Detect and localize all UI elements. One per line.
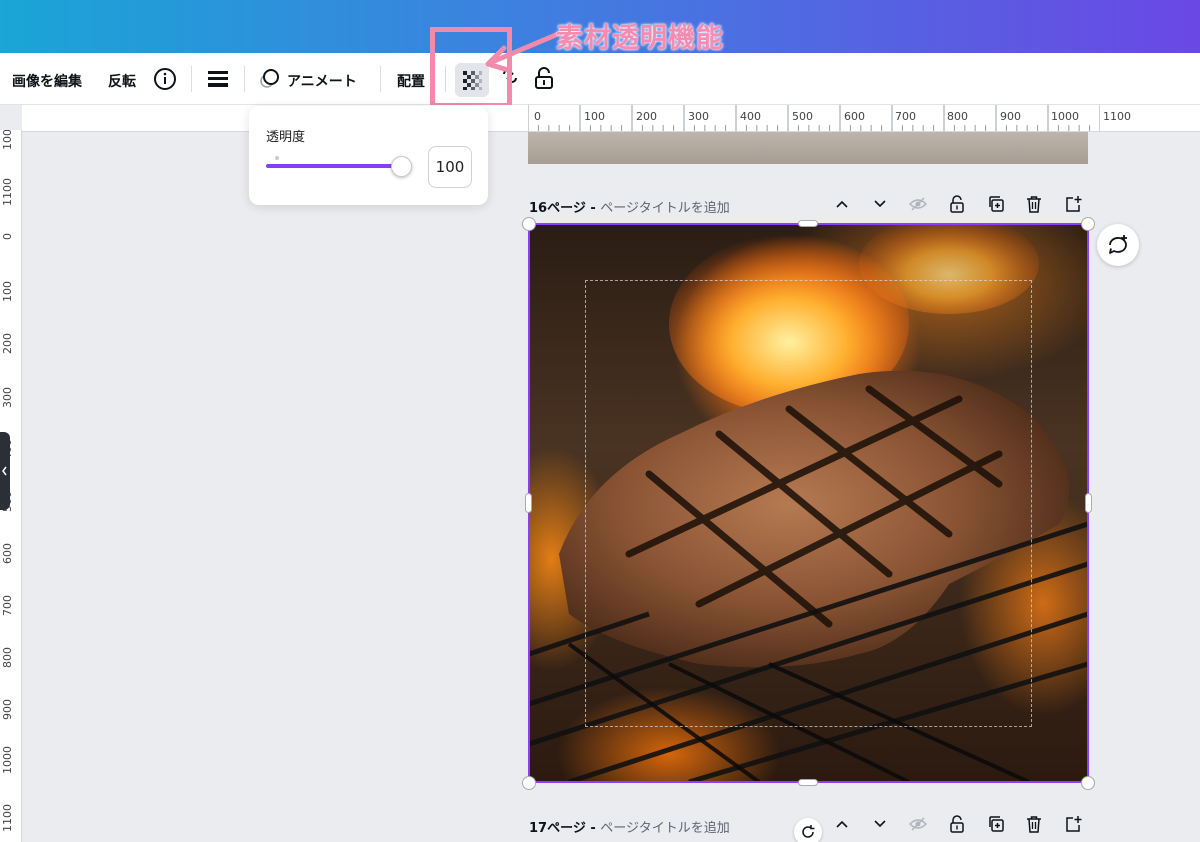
ruler-label: 100: [1, 130, 14, 150]
ruler-label: 700: [895, 110, 916, 123]
rotate-icon: [802, 825, 815, 838]
duplicate-page-icon[interactable]: [985, 813, 1007, 835]
page-title-placeholder[interactable]: ページタイトルを追加: [600, 821, 729, 836]
editor-toolbar: 画像を編集 反転 アニメート 配置: [0, 53, 1200, 105]
ruler-label: 1000: [1, 746, 14, 774]
ruler-label: 400: [740, 110, 761, 123]
transparency-popover: 透明度 100: [249, 106, 488, 205]
resize-handle-left[interactable]: [525, 493, 532, 513]
ruler-label: 700: [1, 595, 14, 616]
ruler-label: 900: [1000, 110, 1021, 123]
info-icon[interactable]: [152, 66, 178, 92]
ruler-label: 0: [1, 233, 14, 240]
resize-handle-bottom[interactable]: [798, 779, 818, 786]
transparency-slider-thumb[interactable]: [391, 156, 412, 177]
transparency-slider-track[interactable]: [266, 164, 402, 168]
edit-image-button[interactable]: 画像を編集: [12, 71, 82, 91]
flip-button[interactable]: 反転: [108, 71, 136, 91]
annotation-arrow-icon: [485, 31, 561, 73]
chevron-down-icon[interactable]: [869, 193, 891, 215]
slider-marker: [275, 156, 279, 160]
resize-handle-top-left[interactable]: [522, 217, 536, 231]
add-comment-button[interactable]: [1097, 224, 1139, 266]
resize-handle-top[interactable]: [798, 220, 818, 227]
ruler-label: 300: [688, 110, 709, 123]
toolbar-divider: [244, 66, 245, 92]
hide-page-icon[interactable]: [907, 193, 929, 215]
ruler-label: 800: [1, 647, 14, 668]
ruler-label: 500: [792, 110, 813, 123]
transparency-label: 透明度: [266, 130, 306, 145]
ruler-label: 100: [584, 110, 605, 123]
ruler-label: 200: [1, 333, 14, 354]
annotation-label: 素材透明機能: [556, 23, 724, 54]
toolbar-divider: [191, 66, 192, 92]
ruler-label: 600: [1, 543, 14, 564]
page-title-16[interactable]: 16ページ - ページタイトルを追加: [529, 197, 730, 216]
animate-icon[interactable]: [258, 67, 282, 91]
side-panel-toggle[interactable]: [0, 432, 10, 510]
page-title-separator: -: [585, 201, 601, 216]
comment-plus-icon: [1109, 235, 1127, 254]
chevron-down-icon[interactable]: [869, 813, 891, 835]
rotate-handle[interactable]: [794, 818, 822, 842]
delete-page-icon[interactable]: [1023, 193, 1045, 215]
page-title-placeholder[interactable]: ページタイトルを追加: [600, 201, 729, 216]
chevron-up-icon[interactable]: [831, 813, 853, 835]
duplicate-page-icon[interactable]: [985, 193, 1007, 215]
ruler-horizontal-extension: 1100: [1100, 105, 1200, 132]
selection-outline: [528, 223, 1089, 783]
ruler-label: 1100: [1103, 110, 1131, 123]
ruler-label: 900: [1, 699, 14, 720]
animate-button[interactable]: アニメート: [287, 71, 357, 91]
lock-page-icon[interactable]: [946, 193, 968, 215]
ruler-horizontal: 0 100 200 300 400 500 600 700 800 900 10…: [528, 105, 1100, 132]
resize-handle-top-right[interactable]: [1081, 217, 1095, 231]
resize-handle-bottom-left[interactable]: [522, 776, 536, 790]
hide-page-icon[interactable]: [907, 813, 929, 835]
ruler-label: 200: [636, 110, 657, 123]
ruler-label: 300: [1, 387, 14, 408]
resize-handle-right[interactable]: [1085, 493, 1092, 513]
page-title-separator: -: [585, 821, 601, 836]
page-title-17[interactable]: 17ページ - ページタイトルを追加: [529, 817, 730, 836]
ruler-label: 800: [947, 110, 968, 123]
toolbar-divider: [380, 66, 381, 92]
page-number: 17ページ: [529, 821, 586, 836]
delete-page-icon[interactable]: [1023, 813, 1045, 835]
border-style-icon[interactable]: [206, 68, 230, 90]
ruler-label: 1100: [1, 804, 14, 832]
ruler-label: 0: [534, 110, 541, 123]
ruler-label: 1000: [1051, 110, 1079, 123]
resize-handle-bottom-right[interactable]: [1081, 776, 1095, 790]
ruler-label: 600: [844, 110, 865, 123]
lock-page-icon[interactable]: [946, 813, 968, 835]
add-page-icon[interactable]: [1062, 193, 1084, 215]
ruler-label: 100: [1, 281, 14, 302]
page-number: 16ページ: [529, 201, 586, 216]
add-page-icon[interactable]: [1062, 813, 1084, 835]
previous-page-preview[interactable]: [528, 132, 1088, 164]
ruler-label: 1100: [1, 178, 14, 206]
chevron-up-icon[interactable]: [831, 193, 853, 215]
position-button[interactable]: 配置: [397, 71, 425, 91]
transparency-value-input[interactable]: 100: [428, 146, 472, 188]
